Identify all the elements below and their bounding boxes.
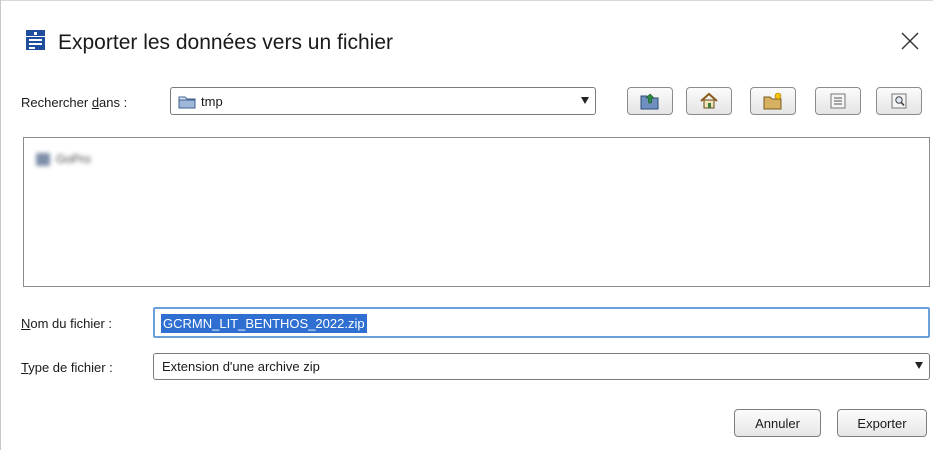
up-one-level-button[interactable] <box>627 87 673 115</box>
lookin-value: tmp <box>201 94 223 109</box>
new-folder-icon <box>763 92 782 110</box>
filetype-value: Extension d'une archive zip <box>162 359 320 374</box>
details-view-icon <box>891 93 907 109</box>
file-name: GoPro <box>56 152 91 166</box>
export-button[interactable]: Exporter <box>837 409 927 437</box>
filetype-dropdown[interactable]: Extension d'une archive zip <box>153 353 930 380</box>
list-view-button[interactable] <box>815 87 861 115</box>
details-view-button[interactable] <box>876 87 922 115</box>
title-bar: Exporter les données vers un fichier <box>0 0 933 78</box>
new-folder-button[interactable] <box>750 87 796 115</box>
lookin-label: Rechercher dans : <box>21 95 128 110</box>
home-icon <box>700 92 718 109</box>
home-button[interactable] <box>686 87 732 115</box>
window-title: Exporter les données vers un fichier <box>58 31 394 54</box>
chevron-down-icon[interactable] <box>581 97 589 104</box>
export-data-icon <box>26 30 45 50</box>
filename-value: GCRMN_LIT_BENTHOS_2022.zip <box>161 314 367 333</box>
filetype-label: Type de fichier : <box>21 360 113 375</box>
list-view-icon <box>830 93 846 109</box>
filename-input[interactable]: GCRMN_LIT_BENTHOS_2022.zip <box>153 307 930 338</box>
filename-label: Nom du fichier : <box>21 316 113 331</box>
folder-icon <box>178 96 196 109</box>
folder-icon <box>36 152 50 166</box>
lookin-dropdown[interactable]: tmp <box>170 87 596 115</box>
close-icon[interactable] <box>892 23 928 59</box>
file-list[interactable]: GoPro <box>23 137 930 287</box>
chevron-down-icon[interactable] <box>915 362 923 369</box>
cancel-button[interactable]: Annuler <box>734 409 821 437</box>
up-one-level-icon <box>640 93 659 110</box>
list-item[interactable]: GoPro <box>36 152 91 166</box>
